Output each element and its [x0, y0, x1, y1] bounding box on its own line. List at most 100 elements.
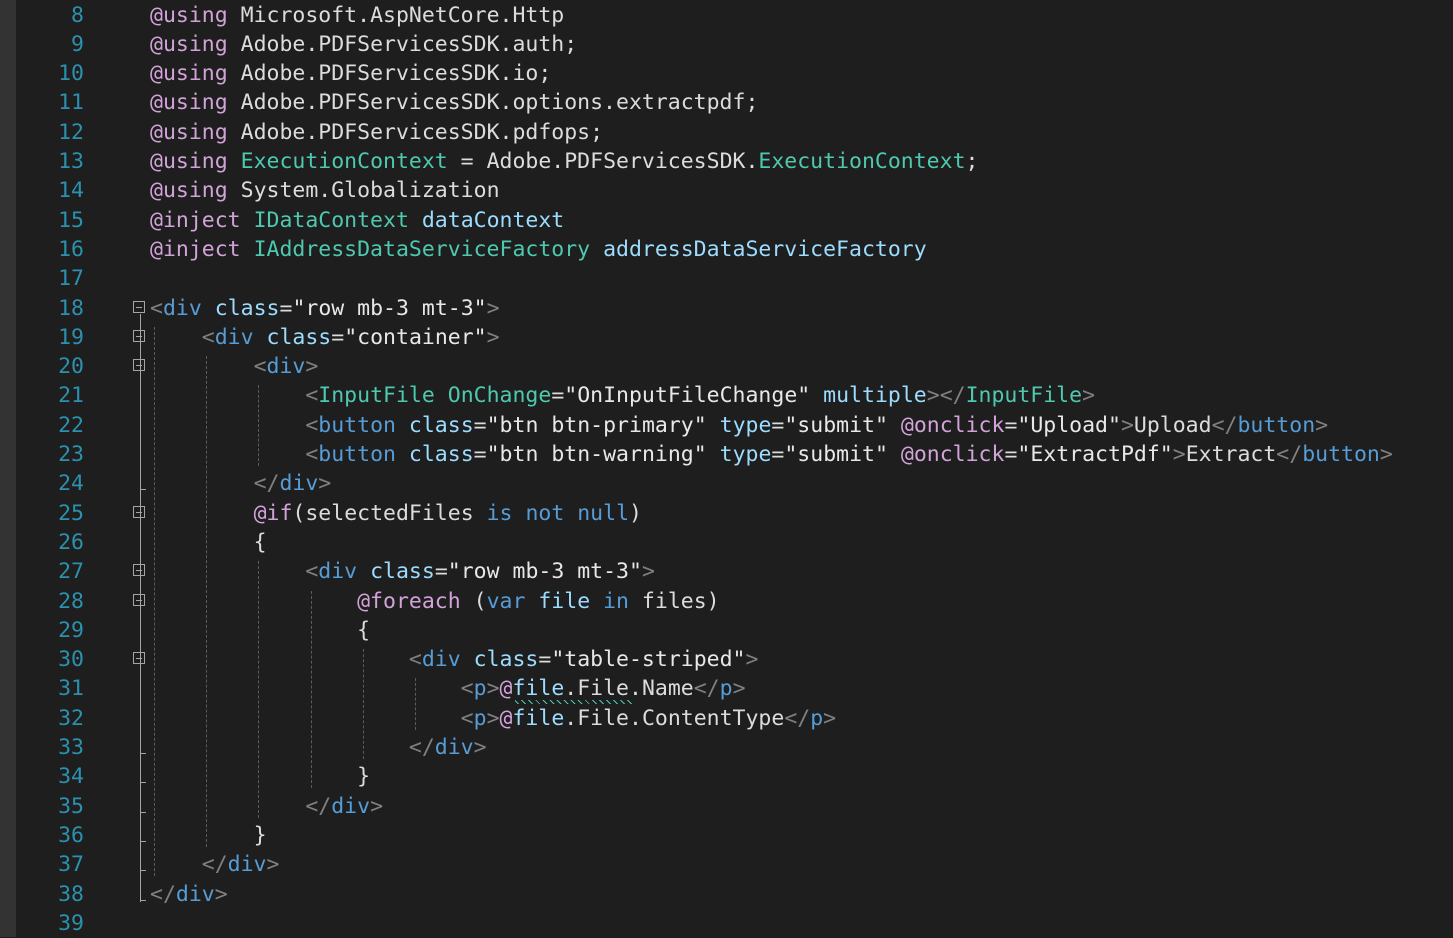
code-line[interactable]: 28 @foreach (var file in files) [16, 587, 1453, 616]
code-line[interactable]: 19 <div class="container"> [16, 323, 1453, 352]
indent-guide [258, 561, 260, 818]
line-number: 22 [58, 412, 84, 438]
collapse-icon[interactable] [133, 593, 145, 606]
code-text: </div> [253, 471, 332, 497]
line-number: 35 [58, 793, 84, 819]
code-line[interactable]: 16 @inject IAddressDataServiceFactory add… [16, 235, 1453, 264]
code-line[interactable]: 31 <p>@file.File.Name</p> [16, 674, 1453, 703]
indent-guide [415, 678, 416, 730]
code-line[interactable]: 35 </div> [16, 792, 1453, 821]
code-text: <div class="row mb-3 mt-3"> [305, 559, 655, 585]
indent-guide [258, 385, 260, 466]
line-number: 32 [58, 705, 84, 731]
warning-squiggle [515, 700, 633, 705]
line-number: 8 [71, 2, 84, 28]
code-line[interactable]: 11 @using Adobe.PDFServicesSDK.options.ex… [16, 88, 1453, 117]
code-line[interactable]: 10 @using Adobe.PDFServicesSDK.io; [16, 59, 1453, 88]
code-text: @using System.Globalization [150, 178, 500, 204]
code-text: @using Microsoft.AspNetCore.Http [150, 2, 565, 28]
code-line[interactable]: 13 @using ExecutionContext = Adobe.PDFSer… [16, 147, 1453, 176]
code-line[interactable]: 18 <div class="row mb-3 mt-3"> [16, 294, 1453, 323]
code-line[interactable]: 39 [16, 909, 1453, 938]
code-line[interactable]: 36 } [16, 821, 1453, 850]
editor-margin [0, 0, 16, 937]
indent-guide [154, 326, 155, 877]
code-line[interactable]: 34 } [16, 762, 1453, 791]
collapse-icon[interactable] [133, 300, 145, 313]
code-text: @using Adobe.PDFServicesSDK.options.extr… [150, 90, 759, 116]
code-line[interactable]: 29 { [16, 616, 1453, 645]
indent-guide [310, 590, 312, 789]
code-text: <div class="container"> [201, 324, 500, 350]
fold-end-tick [140, 811, 146, 813]
code-text: <InputFile OnChange="OnInputFileChange" … [305, 383, 1096, 409]
line-number: 38 [58, 881, 84, 907]
code-line[interactable]: 25 @if(selectedFiles is not null) [16, 499, 1453, 528]
line-number: 20 [58, 354, 84, 380]
collapse-icon[interactable] [133, 564, 145, 577]
code-line[interactable]: 17 [16, 264, 1453, 293]
fold-end-tick [140, 782, 146, 784]
code-line[interactable]: 23 <button class="btn btn-warning" type=… [16, 440, 1453, 469]
line-number: 29 [58, 617, 84, 643]
code-line[interactable]: 27 <div class="row mb-3 mt-3"> [16, 557, 1453, 586]
code-text: @using ExecutionContext = Adobe.PDFServi… [150, 149, 979, 174]
line-number: 18 [58, 295, 84, 321]
line-number: 11 [58, 90, 84, 116]
collapse-icon[interactable] [133, 505, 145, 518]
code-line[interactable]: 33 </div> [16, 733, 1453, 762]
code-text: @using Adobe.PDFServicesSDK.io; [150, 61, 552, 87]
code-line[interactable]: 24 </div> [16, 469, 1453, 498]
code-text: </div> [201, 852, 280, 878]
fold-end-tick [140, 489, 146, 491]
line-number: 33 [58, 735, 84, 760]
line-number: 34 [58, 764, 84, 790]
line-number: 23 [58, 442, 84, 467]
indent-guide [206, 356, 208, 847]
code-text: <div class="row mb-3 mt-3"> [150, 295, 500, 321]
code-line[interactable]: 26 { [16, 528, 1453, 557]
code-text: <div> [253, 354, 319, 380]
line-number: 13 [58, 149, 84, 174]
line-number: 21 [58, 383, 84, 409]
code-line[interactable]: 37 </div> [16, 850, 1453, 879]
code-text: </div> [408, 735, 487, 760]
line-number: 30 [58, 647, 84, 673]
line-number: 10 [58, 61, 84, 87]
code-editor[interactable]: 8 @using Microsoft.AspNetCore.Http 9 @using… [16, 0, 1453, 937]
line-number: 12 [58, 119, 84, 145]
line-number: 19 [58, 324, 84, 350]
code-text: <button class="btn btn-primary" type="su… [305, 412, 1329, 438]
fold-end-tick [140, 870, 146, 872]
line-number: 25 [58, 500, 84, 526]
line-number: 26 [58, 529, 84, 555]
code-line[interactable]: 22 <button class="btn btn-primary" type=… [16, 411, 1453, 440]
line-number: 31 [58, 676, 84, 702]
fold-range-line [140, 313, 141, 902]
code-text: @using Adobe.PDFServicesSDK.auth; [150, 31, 578, 57]
code-text: { [253, 529, 267, 555]
collapse-icon[interactable] [133, 652, 145, 665]
code-line[interactable]: 12 @using Adobe.PDFServicesSDK.pdfops; [16, 118, 1453, 147]
line-number: 16 [58, 236, 84, 262]
collapse-icon[interactable] [133, 329, 145, 342]
code-text: @inject IAddressDataServiceFactory addre… [150, 236, 927, 262]
code-line[interactable]: 21 <InputFile OnChange="OnInputFileChang… [16, 381, 1453, 410]
code-line[interactable]: 32 <p>@file.File.ContentType</p> [16, 704, 1453, 733]
fold-end-tick [140, 899, 146, 901]
line-number: 27 [58, 559, 84, 585]
line-number: 17 [58, 266, 84, 292]
code-line[interactable]: 20 <div> [16, 352, 1453, 381]
code-text: <button class="btn btn-warning" type="su… [305, 442, 1393, 467]
code-text: { [357, 617, 371, 643]
fold-end-tick [140, 840, 146, 842]
code-line[interactable]: 8 @using Microsoft.AspNetCore.Http [16, 1, 1453, 30]
code-line[interactable]: 14 @using System.Globalization [16, 176, 1453, 205]
code-line[interactable]: 30 <div class="table-striped"> [16, 645, 1453, 674]
code-line[interactable]: 15 @inject IDataContext dataContext [16, 206, 1453, 235]
line-number: 14 [58, 178, 84, 204]
code-text: <p>@file.File.ContentType</p> [460, 705, 837, 731]
code-line[interactable]: 38 </div> [16, 880, 1453, 909]
collapse-icon[interactable] [133, 359, 145, 372]
code-line[interactable]: 9 @using Adobe.PDFServicesSDK.auth; [16, 30, 1453, 59]
